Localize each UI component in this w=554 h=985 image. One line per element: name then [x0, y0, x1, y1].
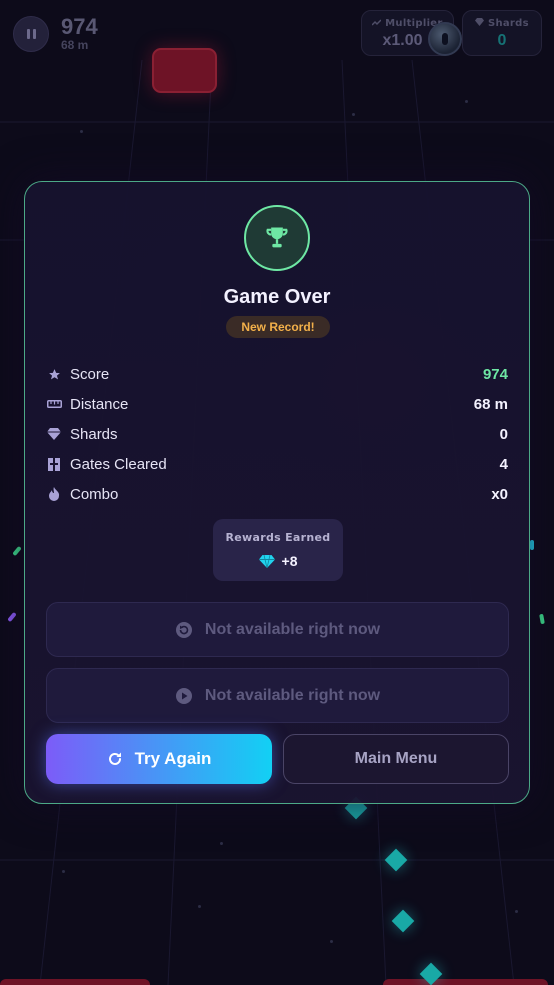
particle — [465, 100, 468, 103]
revive-button[interactable]: Not available right now — [46, 602, 509, 657]
spark — [530, 540, 534, 550]
particle — [515, 910, 518, 913]
trend-icon — [371, 19, 382, 26]
revive-label: Not available right now — [204, 620, 381, 638]
try-again-button[interactable]: Try Again — [46, 734, 272, 784]
pause-button[interactable] — [13, 16, 49, 52]
shards-label: Shards — [487, 18, 529, 29]
obstacle-block — [152, 48, 217, 93]
shards-value: 0 — [497, 32, 507, 49]
stat-label: Gates Cleared — [70, 455, 167, 473]
game-over-modal: Game Over New Record! Score 974 Distance… — [24, 181, 530, 804]
pause-icon — [26, 29, 30, 39]
particle — [220, 842, 223, 845]
revive-icon — [175, 621, 192, 638]
gem-icon — [46, 426, 62, 442]
hud-distance: 68 m — [61, 38, 89, 52]
stat-value: 4 — [499, 455, 508, 473]
stat-row-combo: Combo x0 — [46, 479, 508, 509]
stat-value: 974 — [482, 365, 508, 383]
trophy-badge — [244, 205, 310, 271]
rewards-amount: +8 — [281, 553, 298, 569]
star-icon — [46, 366, 62, 382]
stat-row-gates: Gates Cleared 4 — [46, 449, 508, 479]
main-menu-button[interactable]: Main Menu — [283, 734, 509, 784]
restart-icon — [108, 752, 121, 765]
obstacle-block — [0, 979, 150, 985]
hud-score: 974 — [61, 14, 98, 39]
stat-label: Shards — [70, 425, 118, 443]
rewards-label: Rewards Earned — [225, 531, 331, 544]
stat-value: x0 — [491, 485, 508, 503]
particle — [330, 940, 333, 943]
stats-list: Score 974 Distance 68 m Shards 0 Gates C… — [46, 359, 508, 509]
gem-icon — [475, 18, 485, 26]
new-record-badge: New Record! — [226, 316, 330, 338]
flame-icon — [46, 486, 62, 502]
gem-icon — [258, 554, 275, 568]
watch-ad-label: Not available right now — [204, 686, 381, 704]
stat-label: Score — [70, 365, 110, 383]
play-icon — [175, 687, 192, 704]
stat-row-shards: Shards 0 — [46, 419, 508, 449]
main-menu-label: Main Menu — [354, 750, 438, 767]
rewards-card: Rewards Earned +8 — [213, 519, 343, 581]
gate-icon — [46, 456, 62, 472]
particle — [62, 870, 65, 873]
stat-row-distance: Distance 68 m — [46, 389, 508, 419]
stat-value: 0 — [499, 425, 508, 443]
stat-label: Combo — [70, 485, 119, 503]
try-again-label: Try Again — [134, 749, 212, 768]
stat-label: Distance — [70, 395, 129, 413]
shards-panel: Shards 0 — [462, 10, 542, 56]
obstacle-block — [383, 979, 548, 985]
stat-value: 68 m — [473, 395, 508, 413]
modal-title: Game Over — [223, 286, 331, 308]
trophy-icon — [266, 227, 288, 248]
particle — [80, 130, 83, 133]
particle — [352, 113, 355, 116]
ruler-icon — [46, 396, 62, 412]
powerup-orb-icon — [428, 22, 462, 56]
watch-ad-button[interactable]: Not available right now — [46, 668, 509, 723]
stat-row-score: Score 974 — [46, 359, 508, 389]
particle — [198, 905, 201, 908]
